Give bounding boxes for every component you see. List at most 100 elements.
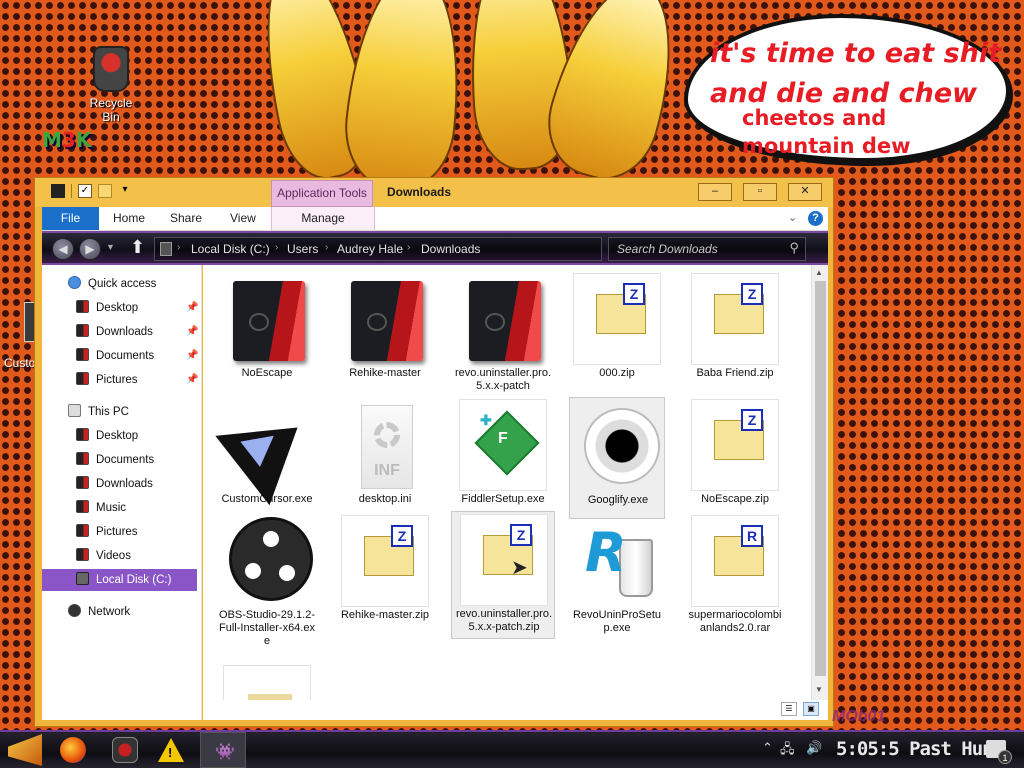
minimize-button[interactable]: – — [698, 183, 732, 201]
vertical-scrollbar[interactable]: ▲ ▼ — [811, 265, 828, 700]
nav-quick-pictures[interactable]: Pictures 📌 — [76, 369, 198, 391]
back-button[interactable]: ◀ — [52, 238, 74, 260]
search-input[interactable]: Search Downloads ⚲ — [608, 237, 806, 261]
taskbar-clock[interactable]: 5:05:5 Past Hunk — [836, 738, 1004, 760]
recent-locations-dropdown-icon[interactable]: ▼ — [106, 242, 115, 252]
firefox-icon[interactable] — [60, 737, 86, 763]
plus-icon: ✚ — [480, 412, 492, 428]
disk-icon — [76, 572, 89, 585]
nav-quick-access[interactable]: Quick access — [68, 273, 156, 295]
file-item[interactable]: Rehike-master — [337, 271, 433, 393]
tab-home[interactable]: Home — [113, 207, 145, 230]
nav-pc-downloads[interactable]: Downloads — [76, 473, 153, 495]
file-item[interactable]: INF desktop.ini — [337, 397, 433, 519]
file-item-hovered[interactable]: Z ➤ revo.uninstaller.pro.5.x.x-patch.zip — [451, 511, 555, 639]
pin-icon[interactable]: 📌 — [186, 369, 198, 391]
speech-line-4: mountain dew — [742, 134, 911, 158]
file-item[interactable]: Z Baba Friend.zip — [687, 271, 783, 393]
file-item[interactable]: OBS-Studio-29.1.2-Full-Installer-x64.exe — [219, 513, 315, 653]
nav-quick-desktop[interactable]: Desktop 📌 — [76, 297, 198, 319]
zip-badge: Z — [510, 524, 532, 546]
scrollbar-thumb[interactable] — [815, 281, 826, 676]
nav-this-pc[interactable]: This PC — [68, 401, 129, 423]
expand-ribbon-chevron-icon[interactable]: ⌄ — [788, 207, 797, 230]
tab-file[interactable]: File — [42, 207, 99, 230]
file-item-partial[interactable] — [219, 663, 315, 700]
zip-badge: Z — [391, 525, 413, 547]
pin-icon[interactable]: 📌 — [186, 321, 198, 343]
breadcrumb-separator: › — [407, 242, 411, 253]
nav-quick-documents[interactable]: Documents 📌 — [76, 345, 198, 367]
search-icon[interactable]: ⚲ — [789, 240, 799, 256]
breadcrumb-users[interactable]: Users — [287, 242, 318, 256]
start-button[interactable] — [8, 734, 42, 766]
pin-icon[interactable]: 📌 — [186, 297, 198, 319]
file-item[interactable]: F ✚ FiddlerSetup.exe — [455, 397, 551, 519]
tab-manage[interactable]: Manage — [271, 207, 375, 230]
volume-icon[interactable]: 🔊 — [806, 740, 822, 756]
file-item-selected[interactable]: Googlify.exe — [569, 397, 665, 519]
nav-pc-pictures[interactable]: Pictures — [76, 521, 138, 543]
qat-dropdown-icon[interactable]: ▾ — [118, 184, 132, 198]
breadcrumb-downloads[interactable]: Downloads — [421, 242, 480, 256]
new-folder-icon[interactable] — [98, 184, 112, 198]
taskbar: ! 👾 ⌃ 🖧 🔊 5:05:5 Past Hunk 1 — [0, 730, 1024, 768]
folder-icon — [76, 428, 89, 441]
help-icon[interactable]: ? — [808, 211, 823, 226]
recycle-bin-desktop-icon[interactable]: Recycle Bin — [80, 46, 142, 124]
pin-icon[interactable]: 📌 — [186, 345, 198, 367]
folder-thumbnail — [223, 273, 311, 365]
network-icon — [68, 604, 81, 617]
tab-share[interactable]: Share — [170, 207, 202, 230]
nav-pc-videos[interactable]: Videos — [76, 545, 131, 567]
window-app-icon[interactable] — [51, 184, 65, 198]
status-bar: ☰ ▣ — [203, 700, 828, 720]
file-item[interactable]: CustomCursor.exe — [215, 392, 325, 519]
partial-desktop-icon[interactable]: Custom — [0, 302, 45, 370]
noescape-app-icon[interactable] — [112, 737, 138, 763]
file-item[interactable]: R RevoUninProSetup.exe — [569, 513, 665, 635]
up-arrow-icon[interactable]: ⬆ — [130, 237, 145, 258]
scroll-down-arrow-icon[interactable]: ▼ — [815, 685, 823, 694]
rar-thumbnail: R — [691, 515, 779, 607]
properties-check-icon[interactable]: ✓ — [78, 184, 92, 198]
folder-thumbnail — [459, 273, 547, 365]
scroll-up-arrow-icon[interactable]: ▲ — [815, 268, 823, 277]
nav-label: Documents — [96, 350, 155, 362]
address-bar[interactable]: › Local Disk (C:) › Users › Audrey Hale … — [154, 237, 602, 261]
nav-network[interactable]: Network — [68, 601, 130, 623]
nav-local-disk[interactable]: Local Disk (C:) — [42, 569, 197, 591]
file-item[interactable]: revo.uninstaller.pro.5.x.x-patch — [455, 271, 551, 393]
m3k-desktop-icon[interactable]: M3K — [42, 128, 94, 174]
network-tray-icon[interactable]: 🖧 — [780, 740, 795, 762]
file-item[interactable]: R supermariocolombianlands2.0.rar — [687, 513, 783, 635]
file-item[interactable]: Z NoEscape.zip — [687, 397, 783, 519]
nav-pc-documents[interactable]: Documents — [76, 449, 154, 471]
close-button[interactable]: ✕ — [788, 183, 822, 201]
breadcrumb-user[interactable]: Audrey Hale — [337, 242, 403, 256]
nav-pc-music[interactable]: Music — [76, 497, 126, 519]
large-icons-view-button[interactable]: ▣ — [803, 702, 819, 716]
nav-pc-desktop[interactable]: Desktop — [76, 425, 138, 447]
tray-expand-icon[interactable]: ⌃ — [762, 740, 773, 756]
tab-view[interactable]: View — [230, 207, 256, 230]
file-item[interactable]: Z Rehike-master.zip — [337, 513, 433, 635]
notification-count-badge: 1 — [998, 750, 1012, 764]
file-list[interactable]: NoEscape Rehike-master revo.uninstaller.… — [203, 265, 811, 700]
ribbon-tabs: File Home Share View Manage ⌄ ? — [42, 207, 828, 231]
maximize-button[interactable]: ▫ — [743, 183, 777, 201]
space-invaders-app-button[interactable]: 👾 — [200, 732, 246, 768]
zip-file-icon: Z — [364, 525, 414, 576]
search-placeholder: Search Downloads — [617, 242, 718, 256]
revo-thumbnail: R — [573, 515, 661, 607]
googlify-eye-icon — [586, 410, 658, 482]
nav-quick-downloads[interactable]: Downloads 📌 — [76, 321, 198, 343]
application-tools-tab[interactable]: Application Tools — [271, 180, 373, 207]
cursor-thumbnail — [215, 392, 325, 506]
file-item[interactable]: NoEscape — [219, 271, 315, 393]
breadcrumb-local-disk[interactable]: Local Disk (C:) — [191, 242, 270, 256]
details-view-button[interactable]: ☰ — [781, 702, 797, 716]
forward-button[interactable]: ▶ — [79, 238, 101, 260]
title-bar[interactable]: ✓ ▾ Application Tools Downloads – ▫ ✕ — [35, 178, 833, 207]
file-item[interactable]: Z 000.zip — [569, 271, 665, 393]
